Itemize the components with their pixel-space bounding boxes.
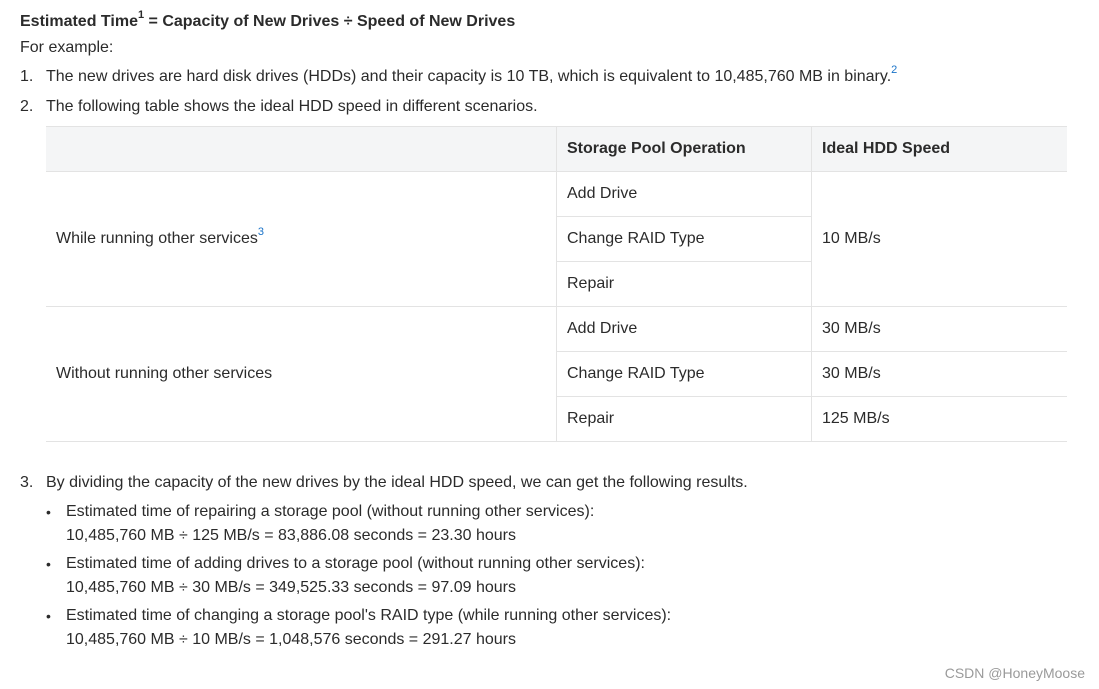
watermark: CSDN @HoneyMoose	[944, 665, 1085, 681]
table-header-row: Storage Pool Operation Ideal HDD Speed	[46, 126, 1067, 172]
bullet-description: Estimated time of adding drives to a sto…	[66, 555, 645, 572]
operation-cell: Repair	[556, 261, 812, 307]
operation-cell: Repair	[556, 396, 812, 442]
speed-cell: 10 MB/s	[811, 171, 1067, 307]
speed-cell: 30 MB/s	[811, 306, 1067, 352]
list-item-2: 2. The following table shows the ideal H…	[20, 92, 1080, 122]
for-example-text: For example:	[20, 39, 114, 56]
result-bullet: • Estimated time of repairing a storage …	[20, 500, 1080, 548]
speed-cell: 125 MB/s	[811, 396, 1067, 442]
bullet-dot-icon: •	[46, 608, 51, 624]
speed-cell: 30 MB/s	[811, 351, 1067, 397]
bullet-calculation: 10,485,760 MB ÷ 10 MB/s = 1,048,576 seco…	[66, 631, 516, 648]
table-row: Without running other services Add Drive…	[46, 306, 1067, 442]
operation-cell: Change RAID Type	[556, 351, 812, 397]
result-bullet: • Estimated time of adding drives to a s…	[20, 552, 1080, 600]
list-number: 3.	[20, 474, 34, 491]
table-header-speed: Ideal HDD Speed	[811, 126, 1067, 172]
hdd-speed-table: Storage Pool Operation Ideal HDD Speed W…	[46, 126, 1067, 442]
bullet-description: Estimated time of changing a storage poo…	[66, 607, 672, 624]
footnote-ref-3[interactable]: 3	[258, 226, 264, 238]
document-body: Estimated Time1 = Capacity of New Drives…	[20, 8, 1080, 652]
footnote-ref-2[interactable]: 2	[891, 64, 897, 76]
list-number: 2.	[20, 98, 34, 115]
operation-cell: Change RAID Type	[556, 216, 812, 262]
operation-cell: Add Drive	[556, 306, 812, 352]
formula-label: Estimated Time	[20, 13, 138, 30]
formula-text: = Capacity of New Drives ÷ Speed of New …	[144, 13, 516, 30]
bullet-calculation: 10,485,760 MB ÷ 30 MB/s = 349,525.33 sec…	[66, 579, 516, 596]
table-header-operation: Storage Pool Operation	[556, 126, 812, 172]
list-item-text: The following table shows the ideal HDD …	[46, 98, 538, 115]
scenario-cell: Without running other services	[46, 306, 557, 442]
bullet-calculation: 10,485,760 MB ÷ 125 MB/s = 83,886.08 sec…	[66, 527, 516, 544]
result-bullet: • Estimated time of changing a storage p…	[20, 604, 1080, 652]
scenario-cell: While running other services3	[46, 171, 557, 307]
list-item-1: 1. The new drives are hard disk drives (…	[20, 62, 1080, 92]
formula-heading: Estimated Time1 = Capacity of New Drives…	[20, 9, 1080, 34]
bullet-description: Estimated time of repairing a storage po…	[66, 503, 595, 520]
footnote-ref-1[interactable]: 1	[138, 9, 144, 21]
table-row: While running other services3 Add Drive …	[46, 171, 1067, 307]
table-header-scenario	[46, 126, 557, 172]
bullet-dot-icon: •	[46, 504, 51, 520]
list-item-3: 3. By dividing the capacity of the new d…	[20, 468, 1080, 498]
list-item-text: The new drives are hard disk drives (HDD…	[46, 68, 892, 85]
bullet-dot-icon: •	[46, 556, 51, 572]
operation-cell: Add Drive	[556, 171, 812, 217]
list-item-text: By dividing the capacity of the new driv…	[46, 474, 748, 491]
list-number: 1.	[20, 68, 34, 85]
